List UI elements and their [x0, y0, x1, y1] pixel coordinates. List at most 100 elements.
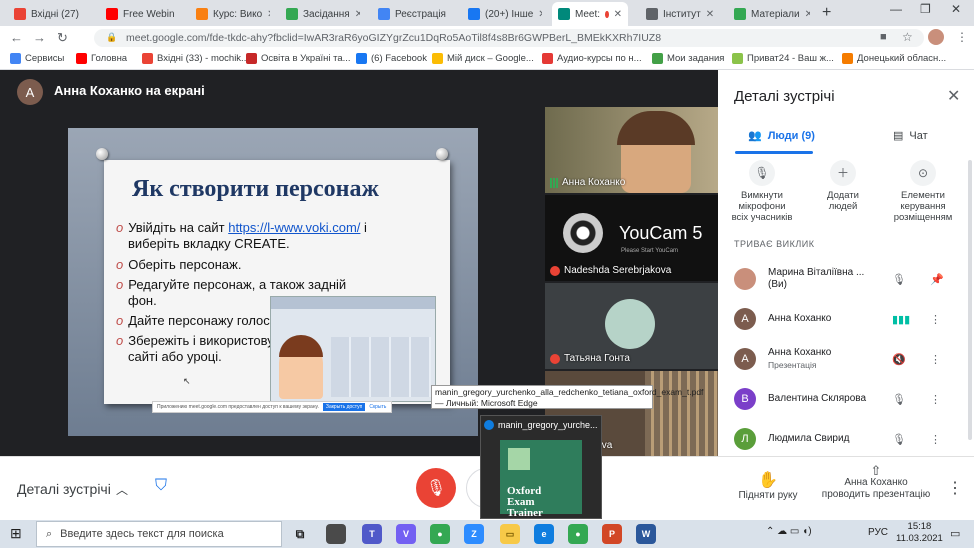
- forward-button[interactable]: →: [33, 30, 46, 45]
- browser-tab[interactable]: Free Webin✕: [100, 2, 180, 26]
- back-button[interactable]: ←: [10, 30, 23, 45]
- more-options-icon[interactable]: ⋮: [930, 313, 941, 326]
- language-indicator[interactable]: РУС: [868, 527, 888, 538]
- bookmark-item[interactable]: Донецький обласн...: [842, 53, 946, 64]
- browser-tab[interactable]: Курс: Вико ✕: [190, 2, 270, 26]
- close-tab-icon[interactable]: ✕: [706, 9, 714, 20]
- tab-people[interactable]: 👥 Люди (9): [748, 129, 815, 143]
- bookmark-item[interactable]: Мій диск – Google...: [432, 53, 534, 64]
- participant-name: Валентина Склярова: [768, 393, 867, 404]
- close-tab-icon[interactable]: ✕: [805, 9, 810, 20]
- zoom-icon[interactable]: Z: [464, 524, 484, 544]
- chevron-up-icon[interactable]: ︿: [116, 481, 128, 498]
- slide-title: Як створити персонаж: [132, 176, 379, 202]
- profile-avatar[interactable]: [928, 29, 944, 45]
- participant-row[interactable]: А Анна Коханко Презентація 🔇 ⋮: [734, 342, 960, 376]
- teams-icon[interactable]: T: [362, 524, 382, 544]
- participant-name: Анна Коханко: [768, 313, 832, 324]
- windows-start-icon[interactable]: ⊞: [10, 525, 22, 542]
- viber-icon[interactable]: V: [396, 524, 416, 544]
- close-tab-icon[interactable]: ✕: [538, 9, 542, 20]
- close-window-button[interactable]: ✕: [951, 2, 961, 16]
- participant-row[interactable]: В Валентина Склярова 🎙 ⋮: [734, 382, 960, 416]
- shield-icon[interactable]: ⛉: [155, 477, 175, 499]
- close-tab-icon[interactable]: ✕: [614, 9, 622, 20]
- browser-tab[interactable]: Інститут ✕: [640, 2, 718, 26]
- browser-tab[interactable]: Вхідні (27)✕: [8, 2, 84, 26]
- presenting-button[interactable]: ⇧ Анна Коханко проводить презентацію: [820, 464, 932, 501]
- stop-sharing-button[interactable]: Закрыть доступ: [322, 403, 366, 411]
- clock-time: 15:18: [907, 521, 932, 532]
- close-icon[interactable]: ✕: [947, 86, 960, 106]
- bookmark-item[interactable]: Освіта в Україні та...: [246, 53, 351, 64]
- clock[interactable]: 15:18 11.03.2021: [896, 521, 943, 545]
- close-tab-icon[interactable]: ✕: [451, 9, 452, 20]
- bookmark-star-icon[interactable]: ☆: [902, 30, 913, 44]
- taskbar-search[interactable]: ⌕ Введите здесь текст для поиска: [36, 521, 282, 547]
- tab-chat-label: Чат: [909, 129, 928, 142]
- mute-all-button[interactable]: 🎙 Вимкнути мікрофони всіх учасників: [731, 160, 793, 223]
- participant-tile[interactable]: Анна Коханко: [545, 107, 718, 193]
- participant-row[interactable]: А Анна Коханко ▮▮▮ ⋮: [734, 302, 960, 336]
- more-options-icon[interactable]: ⋮: [947, 478, 963, 498]
- add-people-button[interactable]: ＋ Додати людей: [818, 160, 868, 212]
- task-view-icon[interactable]: ⧉: [290, 524, 310, 544]
- more-options-icon[interactable]: ⋮: [930, 393, 941, 406]
- word-icon[interactable]: W: [636, 524, 656, 544]
- raise-hand-button[interactable]: ✋ Підняти руку: [736, 470, 800, 501]
- browser-tab[interactable]: Матеріали ✕: [728, 2, 810, 26]
- browser-tab[interactable]: (20+) Інше ✕: [462, 2, 542, 26]
- bookmark-item[interactable]: Аудио-курсы по н...: [542, 53, 642, 64]
- avatar: А: [734, 348, 756, 370]
- bookmark-item[interactable]: Приват24 - Ваш ж...: [732, 53, 834, 64]
- bookmark-item[interactable]: (6) Facebook: [356, 53, 427, 64]
- new-tab-button[interactable]: +: [822, 4, 831, 22]
- participant-row[interactable]: Л Людмила Свирид 🎙 ⋮: [734, 422, 960, 456]
- reload-button[interactable]: ↻: [57, 30, 68, 46]
- bookmark-item[interactable]: Сервисы: [10, 53, 64, 64]
- mouse-cursor-icon: ↖: [183, 376, 191, 386]
- camera-icon[interactable]: ■: [880, 31, 887, 43]
- participant-tile[interactable]: Татьяна Гонта: [545, 283, 718, 369]
- close-tab-icon[interactable]: ✕: [267, 9, 270, 20]
- panel-title: Деталі зустрічі: [734, 88, 835, 105]
- chrome-icon[interactable]: ●: [430, 524, 450, 544]
- browser-tab[interactable]: Реєстрація ✕: [372, 2, 452, 26]
- voki-link[interactable]: https://l-www.voki.com/: [228, 220, 360, 235]
- minimize-button[interactable]: —: [890, 2, 902, 16]
- tab-label: Реєстрація: [395, 8, 446, 20]
- more-options-icon[interactable]: ⋮: [930, 353, 941, 366]
- menu-icon[interactable]: ⋮: [956, 30, 968, 44]
- browser-tab[interactable]: Meet: ✕: [552, 2, 628, 26]
- bookmark-icon: [76, 53, 87, 64]
- volume-off-icon: 🔇: [892, 353, 906, 366]
- hide-button[interactable]: Скрыть: [369, 404, 386, 410]
- scrollbar[interactable]: [968, 160, 972, 440]
- host-controls-button[interactable]: ⊙ Елементи керування розміщенням: [886, 160, 960, 223]
- system-tray-icons[interactable]: ⌃ ☁ ▭ ◖): [766, 526, 812, 537]
- pin-icon: [96, 148, 108, 160]
- avatar: [734, 268, 756, 290]
- restore-button[interactable]: ❐: [920, 2, 931, 16]
- chrome-icon[interactable]: ●: [568, 524, 588, 544]
- bookmark-item[interactable]: Вхідні (33) - mochik...: [142, 53, 249, 64]
- participant-row[interactable]: Марина Віталіївна ... (Ви) 🎙 📌: [734, 262, 960, 296]
- folder-icon[interactable]: ▭: [500, 524, 520, 544]
- powerpoint-icon[interactable]: P: [602, 524, 622, 544]
- add-people-label: Додати людей: [827, 190, 859, 212]
- meeting-details-button[interactable]: Деталі зустрічі: [17, 481, 111, 497]
- tab-chat[interactable]: ▤ Чат: [893, 129, 928, 143]
- mic-toggle-button[interactable]: 🎙: [416, 468, 456, 508]
- edge-icon[interactable]: e: [534, 524, 554, 544]
- notifications-icon[interactable]: ▭: [950, 527, 960, 540]
- more-options-icon[interactable]: ⋮: [930, 433, 941, 446]
- close-tab-icon[interactable]: ✕: [355, 9, 360, 20]
- app-icon[interactable]: [326, 524, 346, 544]
- bookmark-item[interactable]: Мои задания: [652, 53, 724, 64]
- pin-icon[interactable]: 📌: [930, 273, 944, 286]
- participant-tile[interactable]: YouCam 5 Please Start YouCam Nadeshda Se…: [545, 195, 718, 281]
- screen-share-notice: Приложению meet.google.com предоставлен …: [152, 401, 392, 413]
- browser-tab[interactable]: Засідання ✕: [280, 2, 360, 26]
- preview-title-text: manin_gregory_yurche...: [498, 420, 598, 430]
- bookmark-item[interactable]: Головна: [76, 53, 127, 64]
